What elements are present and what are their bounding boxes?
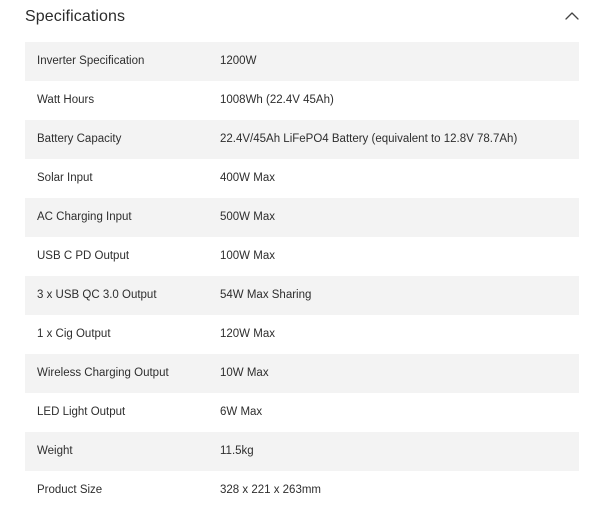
spec-value: 11.5kg [220,445,254,457]
spec-label: Product Size [37,484,103,496]
spec-label: AC Charging Input [37,211,132,223]
spec-value: 54W Max Sharing [220,289,312,301]
spec-value: 100W Max [220,250,275,262]
spec-row: LED Light Output 6W Max [25,393,579,432]
spec-label: LED Light Output [37,406,126,418]
section-title: Specifications [25,8,126,25]
spec-row: Watt Hours 1008Wh (22.4V 45Ah) [25,81,579,120]
spec-row: 3 x USB QC 3.0 Output 54W Max Sharing [25,276,579,315]
spec-label: Weight [37,445,73,457]
specifications-table: Inverter Specification 1200W Watt Hours … [25,42,579,510]
spec-row: AC Charging Input 500W Max [25,198,579,237]
spec-value: 500W Max [220,211,275,223]
spec-row: Inverter Specification 1200W [25,42,579,81]
specifications-header[interactable]: Specifications [0,0,600,36]
spec-row: 1 x Cig Output 120W Max [25,315,579,354]
spec-row: Wireless Charging Output 10W Max [25,354,579,393]
spec-label: USB C PD Output [37,250,130,262]
spec-row: USB C PD Output 100W Max [25,237,579,276]
spec-value: 120W Max [220,328,275,340]
spec-label: Battery Capacity [37,133,122,145]
spec-value: 328 x 221 x 263mm [220,484,322,496]
spec-row: Battery Capacity 22.4V/45Ah LiFePO4 Batt… [25,120,579,159]
spec-value: 6W Max [220,406,263,418]
spec-value: 10W Max [220,367,269,379]
spec-row: Weight 11.5kg [25,432,579,471]
spec-label: Watt Hours [37,94,95,106]
spec-row: Product Size 328 x 221 x 263mm [25,471,579,510]
spec-label: Inverter Specification [37,55,145,67]
spec-label: 1 x Cig Output [37,328,111,340]
spec-label: Wireless Charging Output [37,367,169,379]
spec-label: 3 x USB QC 3.0 Output [37,289,157,301]
chevron-up-icon[interactable] [562,8,582,24]
spec-value: 1008Wh (22.4V 45Ah) [220,94,334,106]
spec-value: 1200W [220,55,257,67]
spec-value: 22.4V/45Ah LiFePO4 Battery (equivalent t… [220,133,518,145]
spec-row: Solar Input 400W Max [25,159,579,198]
spec-label: Solar Input [37,172,93,184]
spec-value: 400W Max [220,172,275,184]
